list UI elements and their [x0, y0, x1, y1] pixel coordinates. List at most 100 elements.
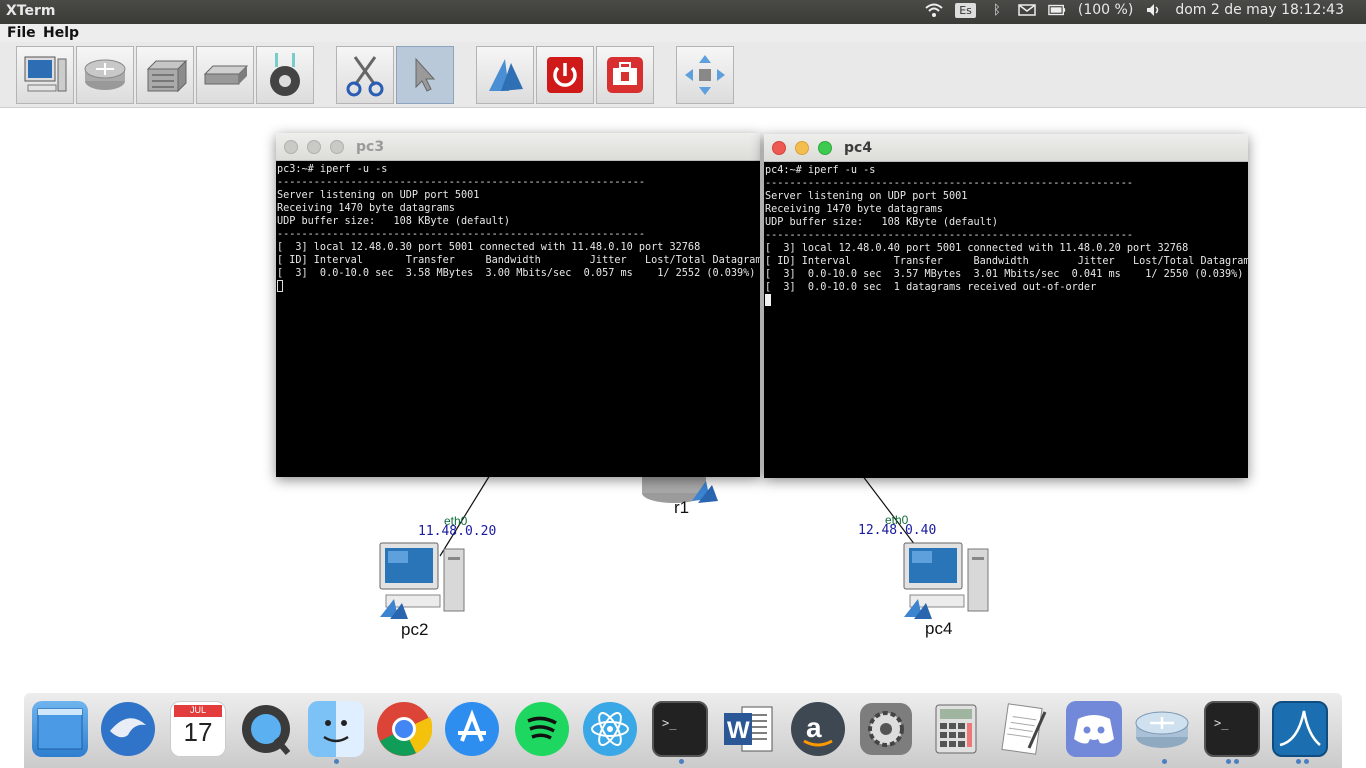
- atom-icon: [583, 702, 637, 756]
- host-pc2-icon[interactable]: [376, 541, 468, 621]
- dock-item-amazon[interactable]: a: [790, 701, 846, 757]
- text-cursor: [765, 294, 771, 306]
- menu-help[interactable]: Help: [43, 25, 79, 41]
- terminal-line: [ 3] 0.0-10.0 sec 3.57 MBytes 3.01 Mbits…: [765, 269, 1244, 280]
- text-cursor: [277, 280, 283, 292]
- toolbar: [0, 42, 1366, 108]
- minimize-icon[interactable]: [307, 140, 321, 154]
- tool-stop-button[interactable]: [536, 46, 594, 104]
- menu-bar: File Help: [0, 24, 1366, 42]
- tool-router-button[interactable]: [76, 46, 134, 104]
- terminal-line: ----------------------------------------…: [765, 178, 1134, 189]
- terminal-icon: >_: [1214, 716, 1229, 730]
- bluetooth-icon[interactable]: ᛒ: [988, 2, 1006, 18]
- dock-item-atom[interactable]: [582, 701, 638, 757]
- volume-icon[interactable]: [1145, 2, 1163, 18]
- wifi-icon[interactable]: [925, 2, 943, 18]
- dock-item-thunderbird[interactable]: [100, 701, 156, 757]
- tool-restart-button[interactable]: [596, 46, 654, 104]
- arrow-cursor-icon: [415, 57, 436, 92]
- tool-select-button[interactable]: [396, 46, 454, 104]
- tool-center-view-button[interactable]: [676, 46, 734, 104]
- terminal-window-pc3[interactable]: pc3 pc3:~# iperf -u -s ------------------…: [276, 133, 760, 477]
- tool-wireless-button[interactable]: [256, 46, 314, 104]
- discord-icon: [1074, 715, 1114, 744]
- keyboard-layout-badge[interactable]: Es: [955, 2, 976, 18]
- terminal-line: ----------------------------------------…: [277, 177, 646, 188]
- chrome-icon: [377, 702, 432, 756]
- window-title: pc3: [356, 139, 385, 155]
- terminal-line: Receiving 1470 byte datagrams: [765, 204, 943, 215]
- terminal-line: ----------------------------------------…: [277, 229, 646, 240]
- close-icon[interactable]: [284, 140, 298, 154]
- battery-icon[interactable]: [1048, 2, 1066, 18]
- calendar-month: JUL: [174, 705, 222, 717]
- menu-file[interactable]: File: [7, 25, 36, 41]
- notepad-icon: [1001, 703, 1047, 755]
- node-label-r1: r1: [674, 498, 690, 517]
- switch-icon: [146, 59, 188, 93]
- svg-text:>_: >_: [1214, 716, 1229, 730]
- ip-label-pc2: 11.48.0.20: [418, 524, 497, 539]
- svg-text:a: a: [806, 712, 822, 743]
- calculator-icon: [935, 704, 977, 754]
- wireless-lan-icon: [270, 53, 300, 96]
- active-app-name: XTerm: [6, 3, 56, 19]
- tool-host-button[interactable]: [16, 46, 74, 104]
- running-indicator: [1226, 759, 1231, 764]
- dock-item-imunes[interactable]: [1134, 701, 1190, 757]
- tool-switch-button[interactable]: [136, 46, 194, 104]
- dock-item-xterm[interactable]: >_: [1204, 701, 1260, 757]
- system-top-bar: XTerm Es ᛒ (100 %) dom 2 de may 18:12:43: [0, 0, 1366, 24]
- window-titlebar[interactable]: pc3: [276, 133, 760, 161]
- dock-item-word[interactable]: W: [720, 701, 776, 757]
- dock-item-terminal[interactable]: >_: [652, 701, 708, 757]
- terminal-line: [ 3] 0.0-10.0 sec 1 datagrams received o…: [765, 282, 1097, 293]
- clock[interactable]: dom 2 de may 18:12:43: [1175, 2, 1344, 18]
- dock-item-wireshark[interactable]: [1272, 701, 1328, 757]
- dock-item-show-desktop[interactable]: [32, 701, 88, 757]
- dock-item-calculator[interactable]: [928, 701, 984, 757]
- terminal-line: UDP buffer size: 108 KByte (default): [277, 216, 511, 227]
- pc-icon: [24, 56, 67, 92]
- terminal-output[interactable]: pc4:~# iperf -u -s ----------------------…: [764, 162, 1248, 309]
- maximize-icon[interactable]: [818, 141, 832, 155]
- system-indicators: Es ᛒ (100 %) dom 2 de may 18:12:43: [925, 2, 1344, 18]
- toolbox-icon: [607, 57, 643, 93]
- running-indicator: [1234, 759, 1239, 764]
- terminal-line: [ 3] local 12.48.0.30 port 5001 connecte…: [277, 242, 701, 253]
- dock-item-text-editor[interactable]: [996, 701, 1052, 757]
- window-titlebar[interactable]: pc4: [764, 134, 1248, 162]
- minimize-icon[interactable]: [795, 141, 809, 155]
- terminal-line: ----------------------------------------…: [765, 230, 1134, 241]
- terminal-line: pc4:~# iperf -u -s: [765, 165, 876, 176]
- mail-icon[interactable]: [1018, 2, 1036, 18]
- move-arrows-icon: [685, 55, 725, 95]
- dock-item-discord[interactable]: [1066, 701, 1122, 757]
- terminal-line: [ 3] local 12.48.0.40 port 5001 connecte…: [765, 243, 1189, 254]
- running-indicator: [1304, 759, 1309, 764]
- tool-start-button[interactable]: [476, 46, 534, 104]
- maximize-icon[interactable]: [330, 140, 344, 154]
- dock-item-quicktime[interactable]: [238, 701, 294, 757]
- dock-item-chrome[interactable]: [376, 701, 432, 757]
- svg-text:W: W: [727, 717, 750, 744]
- tool-cut-link-button[interactable]: [336, 46, 394, 104]
- running-indicator: [679, 759, 684, 764]
- terminal-output[interactable]: pc3:~# iperf -u -s ----------------------…: [276, 161, 760, 295]
- start-sails-icon: [489, 59, 523, 91]
- terminal-icon: >_: [662, 716, 677, 730]
- dock-item-app-store[interactable]: [444, 701, 500, 757]
- quicktime-icon: [242, 705, 291, 755]
- tool-hub-button[interactable]: [196, 46, 254, 104]
- thunderbird-icon: [101, 702, 155, 756]
- terminal-window-pc4[interactable]: pc4 pc4:~# iperf -u -s ------------------…: [764, 134, 1248, 478]
- dock-item-system-preferences[interactable]: [858, 701, 914, 757]
- terminal-line: pc3:~# iperf -u -s: [277, 164, 388, 175]
- host-pc4-icon[interactable]: [900, 541, 992, 621]
- dock-item-spotify[interactable]: [514, 701, 570, 757]
- close-icon[interactable]: [772, 141, 786, 155]
- terminal-line: Server listening on UDP port 5001: [765, 191, 968, 202]
- dock-item-finder[interactable]: [308, 701, 364, 757]
- dock-item-calendar[interactable]: JUL 17: [170, 701, 226, 757]
